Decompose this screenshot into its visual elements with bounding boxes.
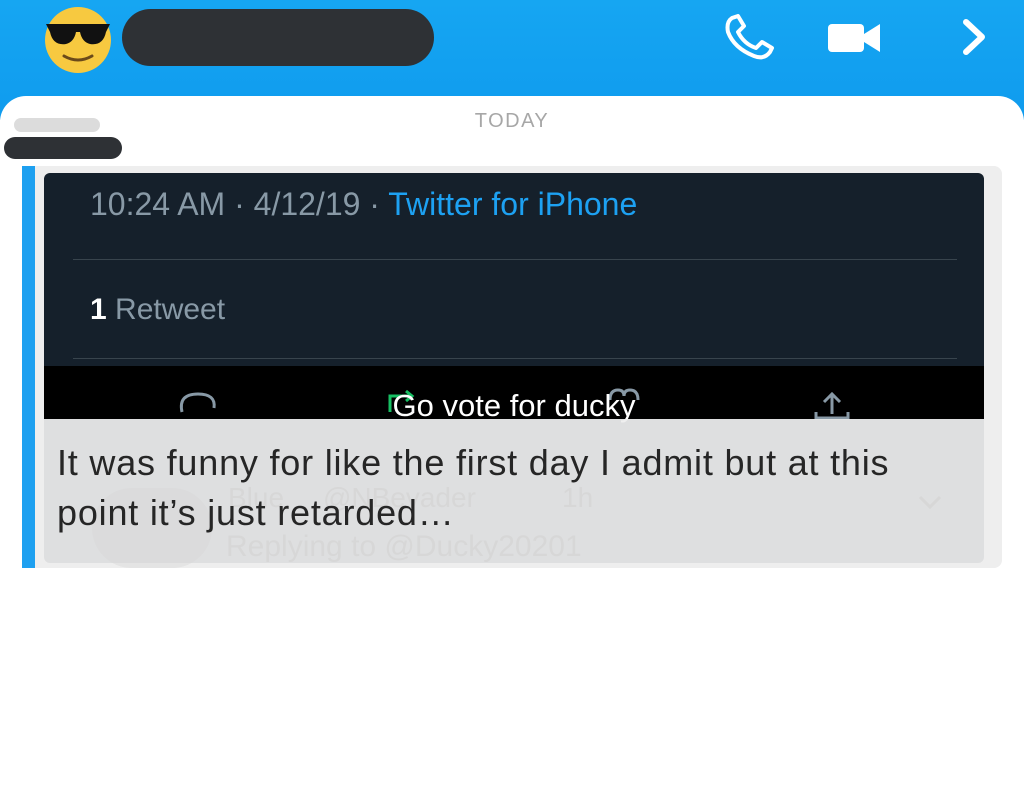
- tweet-divider: [73, 358, 957, 359]
- retweet-count-line: 1 Retweet: [90, 293, 225, 327]
- tweet-source: Twitter for iPhone: [388, 186, 638, 222]
- tweet-meta-line: 10:24 AM · 4/12/19 · Twitter for iPhone: [90, 186, 637, 223]
- meta-separator: ·: [225, 186, 254, 222]
- message-accent-bar: [22, 166, 35, 568]
- retweet-count: 1: [90, 293, 107, 326]
- tweet-date: 4/12/19: [253, 186, 361, 222]
- message-text: It was funny for like the first day I ad…: [57, 442, 890, 533]
- retweet-label: Retweet: [106, 293, 226, 326]
- tweet-divider: [73, 259, 957, 260]
- phone-icon[interactable]: [722, 14, 776, 60]
- video-camera-icon[interactable]: [826, 14, 882, 60]
- redacted-contact-name[interactable]: [122, 9, 434, 66]
- tweet-time: 10:24 AM: [90, 186, 226, 222]
- sender-name-redaction-shadow: [14, 118, 100, 132]
- day-separator-label: TODAY: [474, 110, 550, 132]
- redacted-sender-name: [4, 137, 122, 159]
- sunglasses-emoji-icon[interactable]: [40, 2, 116, 74]
- chevron-right-icon[interactable]: [958, 14, 992, 60]
- meta-separator: ·: [360, 186, 389, 222]
